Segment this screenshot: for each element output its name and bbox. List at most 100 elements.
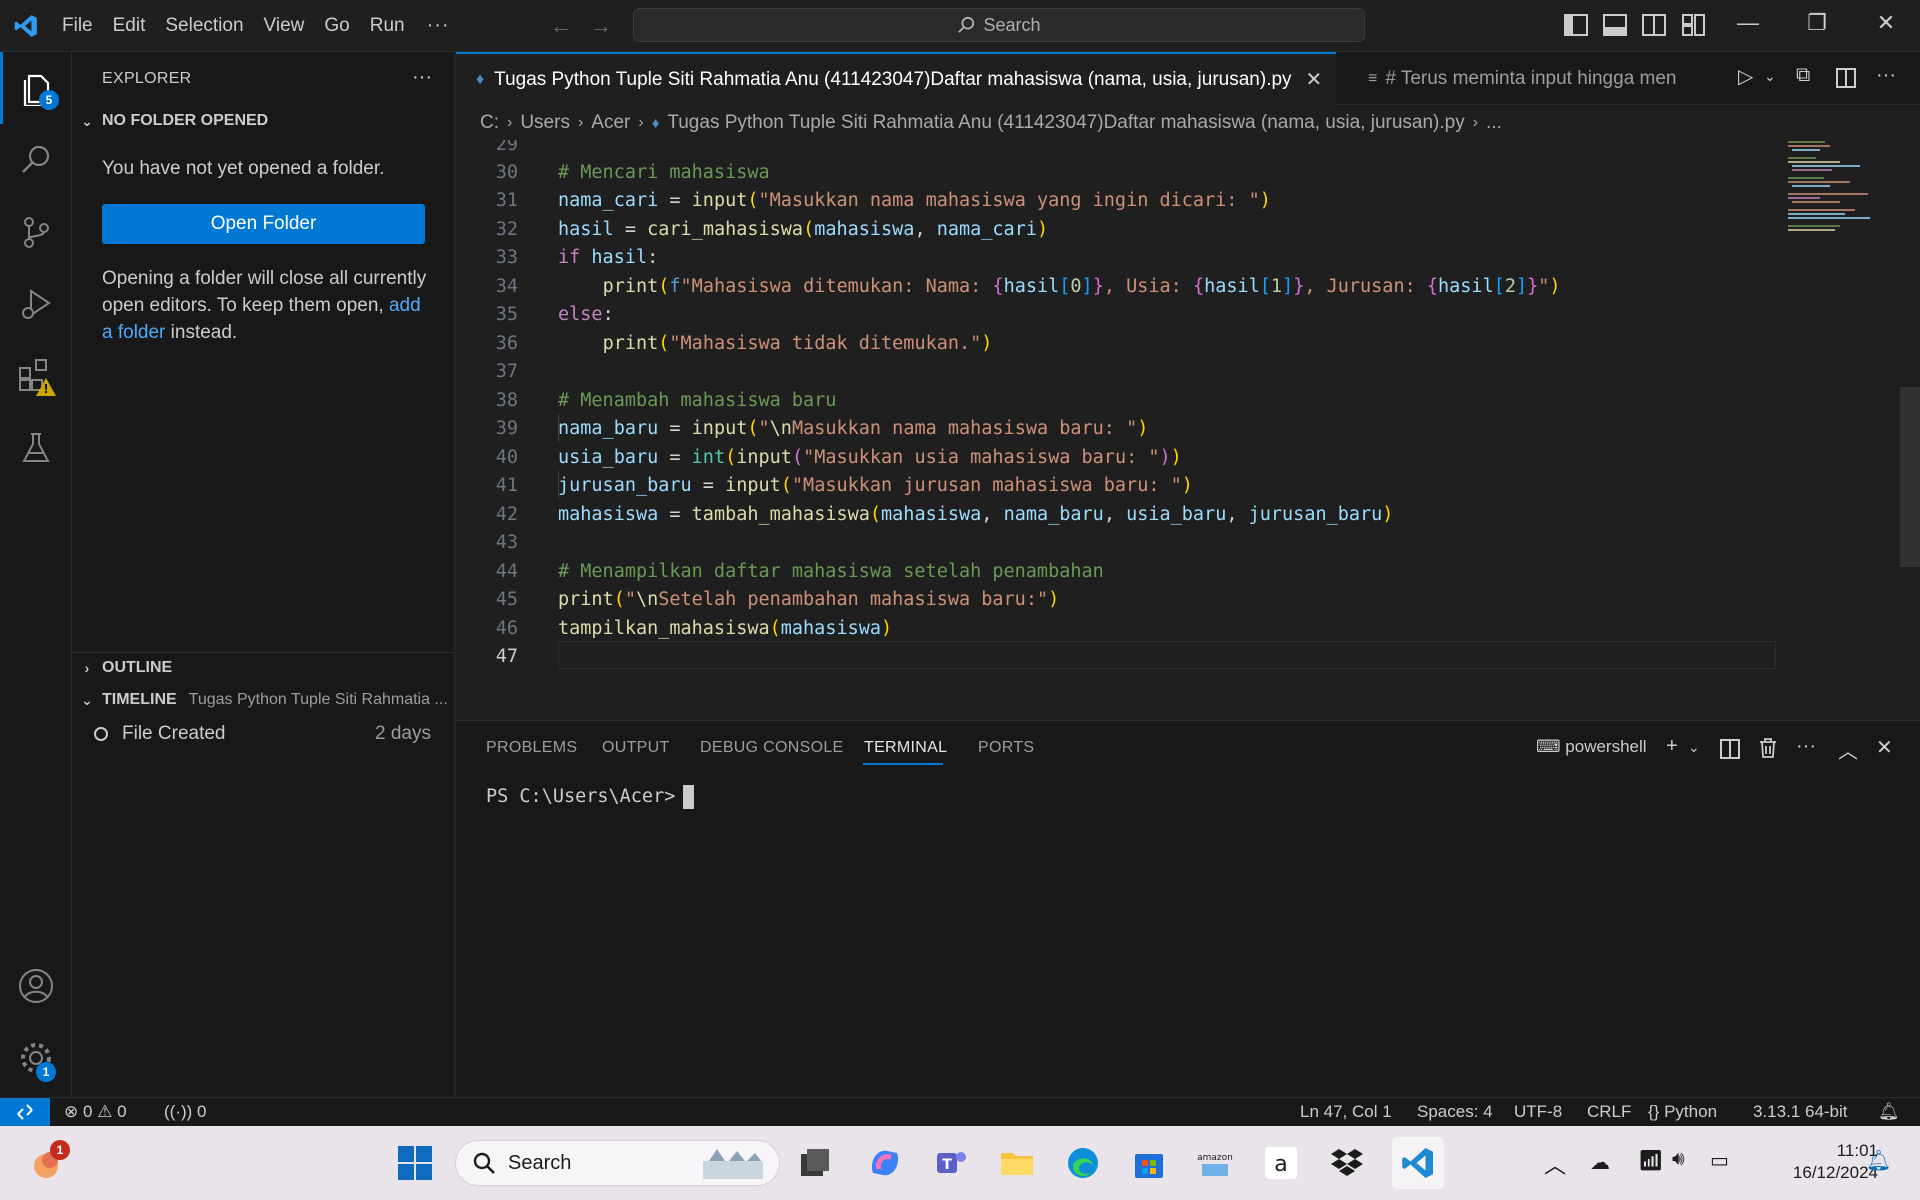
chevron-right-icon: › bbox=[577, 114, 584, 131]
code-editor[interactable]: 29 30 # Mencari mahasiswa 31 nama_cari = i… bbox=[456, 140, 1920, 720]
menu-more-icon[interactable]: ··· bbox=[415, 14, 462, 37]
copilot-icon[interactable] bbox=[864, 1142, 906, 1184]
battery-icon[interactable]: ▭ bbox=[1710, 1148, 1729, 1173]
more-actions-icon[interactable]: ··· bbox=[1796, 735, 1816, 758]
terminal-output[interactable]: PS C:\Users\Acer> bbox=[486, 785, 695, 809]
widgets-icon[interactable]: 1 bbox=[26, 1140, 70, 1184]
open-preview-icon[interactable]: ⧉ bbox=[1796, 64, 1810, 87]
timeline-section-header[interactable]: ⌄ TIMELINE Tugas Python Tuple Siti Rahma… bbox=[72, 685, 455, 715]
breadcrumb-users[interactable]: Users bbox=[520, 112, 570, 134]
wifi-icon[interactable]: 📶︎ bbox=[1638, 1148, 1663, 1173]
tab-active-file[interactable]: ♦ Tugas Python Tuple Siti Rahmatia Anu (… bbox=[456, 52, 1336, 105]
taskbar-search[interactable]: Search bbox=[455, 1140, 780, 1186]
encoding[interactable]: UTF-8 bbox=[1514, 1102, 1562, 1122]
tab-second-file[interactable]: ≡ # Terus meminta input hingga mendap bbox=[1356, 52, 1676, 105]
command-center-search[interactable]: Search bbox=[633, 8, 1365, 42]
more-actions-icon[interactable]: ··· bbox=[412, 66, 432, 89]
notification-bell-icon[interactable]: 🔔︎ bbox=[1866, 1148, 1891, 1173]
more-actions-icon[interactable]: ··· bbox=[1876, 64, 1896, 87]
forward-arrow-icon[interactable]: → bbox=[590, 13, 612, 39]
chevron-up-icon[interactable]: ︿ bbox=[1544, 1148, 1566, 1180]
menu-edit[interactable]: Edit bbox=[103, 0, 156, 52]
split-terminal-icon[interactable] bbox=[1720, 739, 1740, 759]
restore-icon[interactable]: ❐ bbox=[1797, 10, 1837, 36]
code-text: # Menampilkan daftar mahasiswa setelah p… bbox=[558, 560, 1104, 582]
toggle-panel-icon[interactable] bbox=[1603, 14, 1627, 36]
toggle-secondary-sidebar-icon[interactable] bbox=[1642, 14, 1666, 36]
menu-view[interactable]: View bbox=[254, 0, 315, 52]
ports-indicator[interactable]: ((·)) 0 bbox=[164, 1102, 207, 1122]
onedrive-icon[interactable]: ☁ bbox=[1590, 1150, 1610, 1175]
no-folder-section-header[interactable]: ⌄ NO FOLDER OPENED bbox=[72, 106, 455, 136]
shell-name: powershell bbox=[1565, 737, 1647, 756]
problems-indicator[interactable]: ⊗ 0 ⚠ 0 bbox=[64, 1102, 127, 1122]
terminal-shell-selector[interactable]: ⌨ powershell bbox=[1536, 737, 1647, 757]
end-of-line[interactable]: CRLF bbox=[1587, 1102, 1631, 1122]
account-icon bbox=[19, 969, 53, 1003]
breadcrumb-file[interactable]: Tugas Python Tuple Siti Rahmatia Anu (41… bbox=[667, 112, 1464, 134]
language-mode[interactable]: {} Python bbox=[1648, 1102, 1717, 1122]
vscode-taskbar-icon[interactable] bbox=[1392, 1137, 1444, 1189]
python-interpreter[interactable]: 3.13.1 64-bit bbox=[1753, 1102, 1848, 1122]
explorer-activity[interactable]: 5 bbox=[0, 52, 72, 124]
menu-selection[interactable]: Selection bbox=[155, 0, 253, 52]
close-icon[interactable]: ✕ bbox=[1306, 67, 1323, 92]
close-panel-icon[interactable]: ✕ bbox=[1876, 735, 1893, 760]
terminal-icon: ⌨ bbox=[1536, 737, 1561, 756]
menu-run[interactable]: Run bbox=[360, 0, 415, 52]
tab-problems[interactable]: PROBLEMS bbox=[486, 739, 577, 757]
split-editor-icon[interactable] bbox=[1836, 68, 1856, 88]
code-line: 36 print("Mahasiswa tidak ditemukan.") bbox=[456, 329, 1776, 358]
chevron-down-icon[interactable]: ⌄ bbox=[1764, 68, 1776, 85]
search-icon bbox=[473, 1152, 495, 1174]
trash-icon[interactable] bbox=[1758, 737, 1778, 759]
task-view-icon[interactable] bbox=[794, 1142, 836, 1184]
run-file-icon[interactable]: ▷ bbox=[1738, 64, 1753, 89]
start-icon[interactable] bbox=[394, 1142, 436, 1184]
close-window-icon[interactable]: ✕ bbox=[1866, 10, 1906, 36]
minimize-icon[interactable]: — bbox=[1728, 10, 1768, 36]
bell-icon[interactable]: 🔔︎ bbox=[1878, 1102, 1900, 1122]
accounts-activity[interactable] bbox=[0, 950, 72, 1022]
breadcrumb-symbols[interactable]: ... bbox=[1486, 112, 1502, 134]
extensions-activity[interactable]: ! bbox=[0, 340, 72, 412]
dropbox-icon[interactable] bbox=[1326, 1142, 1368, 1184]
remote-indicator[interactable] bbox=[0, 1097, 50, 1127]
manage-activity[interactable]: 1 bbox=[0, 1022, 72, 1094]
chevron-right-icon: › bbox=[638, 114, 644, 131]
volume-icon[interactable]: 🔊︎ bbox=[1672, 1148, 1685, 1171]
indentation[interactable]: Spaces: 4 bbox=[1417, 1102, 1493, 1122]
back-arrow-icon[interactable]: ← bbox=[550, 13, 572, 39]
breadcrumb-acer[interactable]: Acer bbox=[591, 112, 630, 134]
open-folder-button[interactable]: Open Folder bbox=[102, 204, 425, 244]
testing-activity[interactable] bbox=[0, 412, 72, 484]
cursor-position[interactable]: Ln 47, Col 1 bbox=[1300, 1102, 1392, 1122]
teams-icon[interactable]: T bbox=[930, 1142, 972, 1184]
tab-ports[interactable]: PORTS bbox=[978, 739, 1034, 757]
microsoft-store-icon[interactable] bbox=[1128, 1142, 1170, 1184]
search-activity[interactable] bbox=[0, 124, 72, 196]
customize-layout-icon[interactable] bbox=[1682, 14, 1706, 36]
minimap[interactable] bbox=[1780, 138, 1890, 238]
chevron-down-icon[interactable]: ⌄ bbox=[1688, 739, 1700, 756]
maximize-panel-icon[interactable]: ︿ bbox=[1838, 735, 1858, 764]
tab-output[interactable]: OUTPUT bbox=[602, 739, 670, 757]
menu-go[interactable]: Go bbox=[314, 0, 359, 52]
source-control-activity[interactable] bbox=[0, 196, 72, 268]
toggle-sidebar-icon[interactable] bbox=[1564, 14, 1588, 36]
file-explorer-icon[interactable] bbox=[996, 1142, 1038, 1184]
run-debug-activity[interactable] bbox=[0, 268, 72, 340]
amazon-store-icon[interactable]: a bbox=[1260, 1142, 1302, 1184]
new-terminal-icon[interactable]: + bbox=[1666, 735, 1678, 758]
breadcrumb-drive[interactable]: C: bbox=[480, 112, 499, 134]
tab-debug-console[interactable]: DEBUG CONSOLE bbox=[700, 739, 844, 757]
tab-terminal[interactable]: TERMINAL bbox=[864, 739, 947, 757]
line-number: 42 bbox=[495, 503, 518, 525]
menu-file[interactable]: File bbox=[52, 0, 103, 52]
timeline-item[interactable]: File Created 2 days bbox=[72, 718, 455, 750]
amazon-app-icon[interactable]: amazon bbox=[1194, 1142, 1236, 1184]
edge-icon[interactable] bbox=[1062, 1142, 1104, 1184]
clock[interactable]: 11:01 16/12/2024 bbox=[1748, 1140, 1878, 1184]
editor-scrollbar-thumb[interactable] bbox=[1900, 387, 1920, 567]
outline-section-header[interactable]: › OUTLINE bbox=[72, 652, 455, 682]
